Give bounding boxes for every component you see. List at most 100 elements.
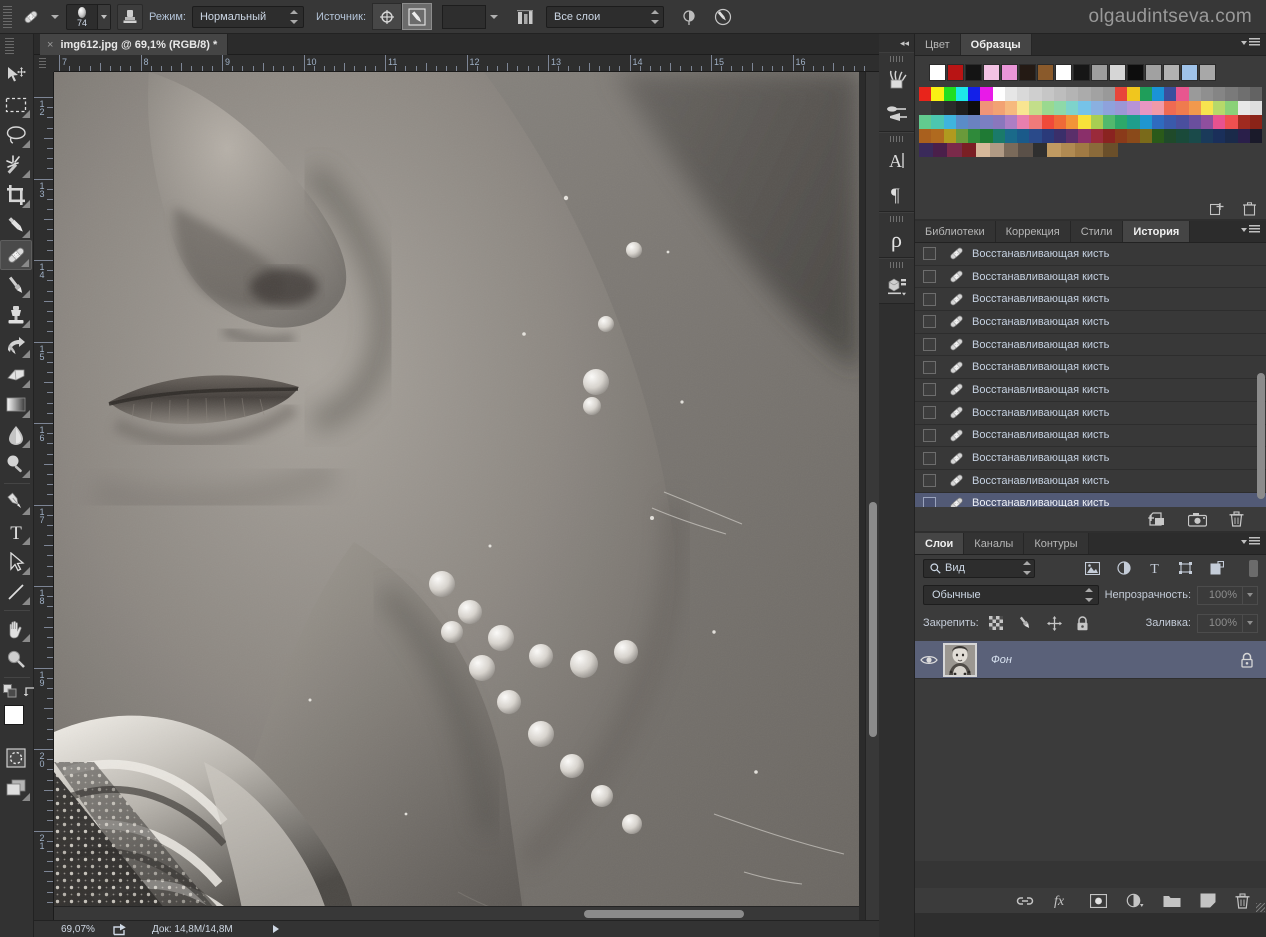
swatch[interactable]	[1004, 115, 1017, 129]
swatch[interactable]	[968, 115, 981, 129]
image-canvas[interactable]	[54, 72, 859, 920]
swatch[interactable]	[1164, 115, 1177, 129]
swatch[interactable]	[931, 101, 944, 115]
alignment-icon[interactable]	[512, 4, 538, 30]
create-snapshot-icon[interactable]	[1188, 512, 1207, 527]
swatch[interactable]	[1127, 129, 1140, 143]
tab-swatches[interactable]: Образцы	[960, 34, 1032, 55]
swatch[interactable]	[1090, 101, 1103, 115]
history-snapshot-checkbox[interactable]	[923, 406, 936, 420]
swatch[interactable]	[943, 129, 956, 143]
clone-stamp-tool[interactable]	[0, 300, 32, 330]
swatch[interactable]	[1200, 87, 1213, 101]
swatch[interactable]	[1213, 115, 1226, 129]
swatch[interactable]	[980, 101, 993, 115]
delete-state-icon[interactable]	[1229, 511, 1244, 527]
3d-icon[interactable]	[879, 269, 914, 303]
blur-tool[interactable]	[0, 420, 32, 450]
swatch[interactable]	[1078, 115, 1091, 129]
history-item[interactable]: Восстанавливающая кисть	[915, 288, 1266, 312]
move-tool[interactable]	[0, 60, 32, 90]
swatch[interactable]	[1200, 129, 1213, 143]
swatch-recent[interactable]	[1091, 64, 1108, 81]
swatch[interactable]	[933, 143, 948, 157]
swatch[interactable]	[1213, 101, 1226, 115]
swatch[interactable]	[1225, 129, 1238, 143]
swatch[interactable]	[1090, 115, 1103, 129]
swatch[interactable]	[1032, 143, 1047, 157]
tab-libraries[interactable]: Библиотеки	[915, 221, 996, 242]
swatch[interactable]	[961, 143, 976, 157]
brush-picker-caret[interactable]	[97, 4, 110, 29]
history-snapshot-checkbox[interactable]	[923, 338, 936, 352]
swatch[interactable]	[1249, 129, 1262, 143]
swatch[interactable]	[1237, 129, 1250, 143]
swatch[interactable]	[968, 101, 981, 115]
healing-brush-tool[interactable]	[0, 240, 32, 270]
horizontal-ruler[interactable]: 7 8 9 10 11 12 13 14 15 16	[34, 55, 879, 72]
lock-transparency-icon[interactable]	[988, 616, 1003, 630]
pattern-caret[interactable]	[490, 14, 498, 19]
swatch[interactable]	[1046, 143, 1061, 157]
brushes-icon[interactable]	[879, 63, 914, 97]
dodge-tool[interactable]	[0, 450, 32, 480]
dock-grip[interactable]	[889, 262, 904, 268]
history-snapshot-checkbox[interactable]	[923, 315, 936, 329]
tool-preset-caret[interactable]	[51, 14, 59, 19]
layer-row[interactable]: Фон	[915, 641, 1266, 679]
swatch[interactable]	[1090, 129, 1103, 143]
history-snapshot-checkbox[interactable]	[923, 474, 936, 488]
swatch[interactable]	[968, 87, 981, 101]
swatch[interactable]	[1060, 143, 1076, 157]
history-snapshot-checkbox[interactable]	[923, 270, 936, 284]
swatch-recent[interactable]	[983, 64, 1000, 81]
lock-all-icon[interactable]	[1076, 615, 1089, 631]
swatch[interactable]	[1102, 101, 1115, 115]
history-scrollbar-thumb[interactable]	[1257, 373, 1265, 499]
link-layers-icon[interactable]	[1016, 895, 1034, 907]
layer-filter-select[interactable]: Вид	[923, 558, 1035, 578]
swatch[interactable]	[1115, 87, 1128, 101]
swatch-recent[interactable]	[1145, 64, 1162, 81]
swatch-recent[interactable]	[1109, 64, 1126, 81]
lasso-tool[interactable]	[0, 120, 32, 150]
layer-filter-toggle[interactable]	[1249, 559, 1258, 577]
tab-adjustments[interactable]: Коррекция	[995, 221, 1071, 242]
history-snapshot-checkbox[interactable]	[923, 360, 936, 374]
swatch[interactable]	[980, 129, 993, 143]
fill-spinner-icon[interactable]	[1243, 613, 1258, 633]
swatch[interactable]	[947, 143, 962, 157]
fx-icon[interactable]: fx	[1053, 893, 1071, 908]
dock-grip[interactable]	[889, 56, 904, 62]
filter-shape-icon[interactable]	[1178, 561, 1193, 575]
history-item[interactable]: Восстанавливающая кисть	[915, 402, 1266, 425]
zoom-tool[interactable]	[0, 644, 32, 674]
panel-menu-icon[interactable]	[1241, 38, 1260, 47]
swatch[interactable]	[1029, 87, 1042, 101]
brush-settings-icon[interactable]	[879, 97, 914, 131]
swatch[interactable]	[1017, 115, 1030, 129]
active-tool-icon[interactable]	[18, 5, 44, 29]
swatch[interactable]	[1176, 129, 1189, 143]
history-item[interactable]: Восстанавливающая кисть	[915, 243, 1266, 266]
source-sampled-button[interactable]	[372, 3, 402, 30]
layer-lock-icon[interactable]	[1240, 652, 1254, 668]
dock-grip[interactable]	[889, 216, 904, 222]
mode-select[interactable]: Нормальный	[191, 5, 304, 28]
swatch[interactable]	[1188, 87, 1201, 101]
swatch[interactable]	[1103, 143, 1118, 157]
swatch[interactable]	[1164, 87, 1177, 101]
dock-grip[interactable]	[889, 136, 904, 142]
filter-pixel-icon[interactable]	[1085, 561, 1100, 575]
swatch[interactable]	[1213, 87, 1226, 101]
swatch[interactable]	[1066, 87, 1079, 101]
swatch[interactable]	[1200, 115, 1213, 129]
swatch[interactable]	[919, 143, 934, 157]
swatch[interactable]	[1127, 87, 1140, 101]
swatch[interactable]	[955, 87, 968, 101]
history-item[interactable]: Восстанавливающая кисть	[915, 334, 1266, 357]
swatch[interactable]	[1053, 129, 1066, 143]
history-snapshot-checkbox[interactable]	[923, 451, 936, 465]
pattern-swatch[interactable]	[442, 4, 486, 29]
swatch-recent[interactable]	[1019, 64, 1036, 81]
